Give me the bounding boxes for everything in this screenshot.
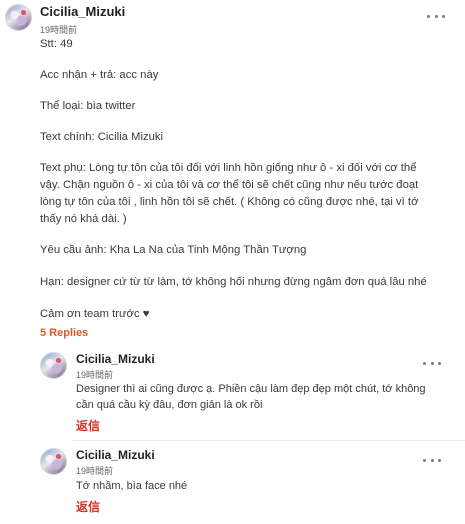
reply-line: Tớ nhầm, bìa face nhé xyxy=(76,480,188,492)
comment-line: Hạn: designer cứ từ từ làm, tớ không hối… xyxy=(40,276,427,288)
more-options-icon[interactable] xyxy=(427,13,445,19)
avatar[interactable] xyxy=(40,352,67,379)
more-options-icon[interactable] xyxy=(423,457,441,463)
replies-toggle-link[interactable]: 5 Replies xyxy=(40,327,88,339)
comment-line: lòng tự tôn của tôi , linh hồn tôi sẽ ch… xyxy=(40,196,419,208)
comment-line: Yêu cầu ảnh: Kha La Na của Tinh Mộng Thầ… xyxy=(40,244,307,256)
comment-line: Text chính: Cicilia Mizuki xyxy=(40,131,164,143)
username[interactable]: Cicilia_Mizuki xyxy=(76,352,155,366)
reply-button[interactable]: 返信 xyxy=(76,417,100,434)
comment-line: Cảm ơn team trước ♥ xyxy=(40,308,150,320)
username[interactable]: Cicilia_Mizuki xyxy=(76,448,155,462)
timestamp: 19時間前 xyxy=(40,25,78,35)
username[interactable]: Cicilia_Mizuki xyxy=(40,4,125,19)
timestamp: 19時間前 xyxy=(76,370,114,380)
reply-line: cần quá cầu kỳ đâu, đơn giản là ok rồi xyxy=(76,399,263,411)
divider xyxy=(73,440,465,441)
avatar[interactable] xyxy=(40,448,67,475)
reply-line: Designer thì ai cũng được ạ. Phiền cậu l… xyxy=(76,383,426,395)
comment-line: vậy. Chặn nguồn ô - xi của tôi và cơ thể… xyxy=(40,179,419,191)
more-options-icon[interactable] xyxy=(423,360,441,366)
avatar[interactable] xyxy=(5,4,32,31)
comment-line: Thể loại: bìa twitter xyxy=(40,100,136,112)
comment-line: Text phụ: Lòng tự tôn của tôi đối với li… xyxy=(40,162,417,174)
comment-line: thấy nó khá dài. ) xyxy=(40,213,127,225)
reply-button[interactable]: 返信 xyxy=(76,498,100,515)
timestamp: 19時間前 xyxy=(76,466,114,476)
comment-line: Stt: 49 xyxy=(40,38,73,50)
comment-line: Acc nhận + trả: acc này xyxy=(40,69,159,81)
